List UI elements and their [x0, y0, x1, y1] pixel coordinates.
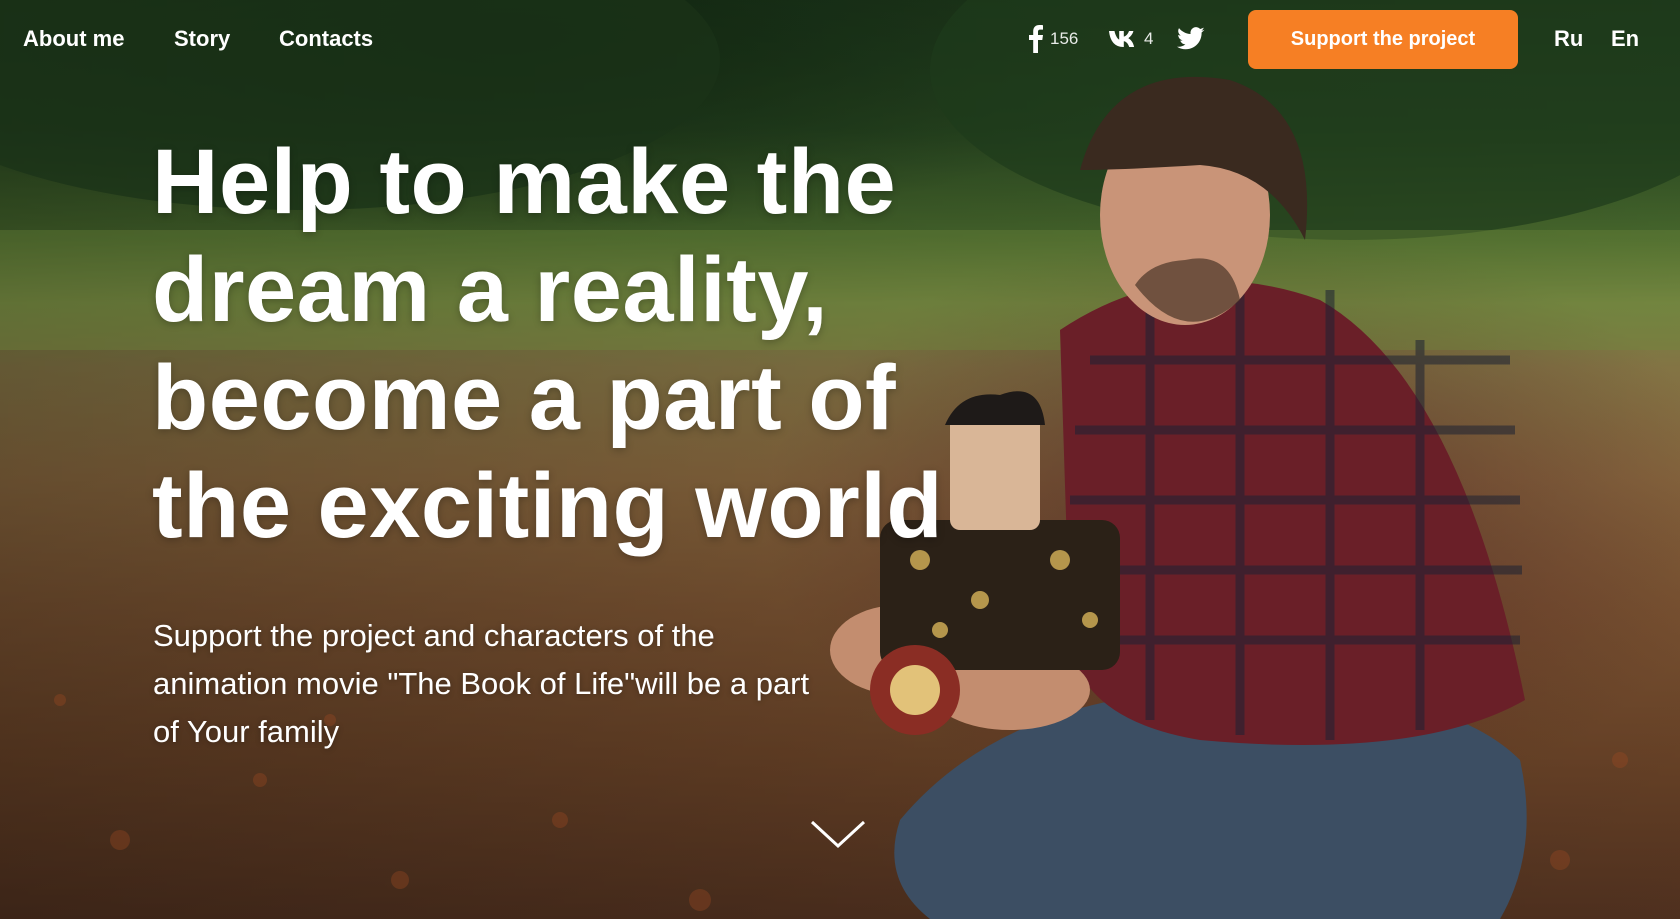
hero-headline: Help to make the dream a reality, become… [152, 131, 944, 557]
nav-link-contacts[interactable]: Contacts [279, 24, 373, 54]
facebook-icon [1029, 25, 1043, 53]
twitter-icon [1177, 27, 1205, 50]
hero-subtext: Support the project and characters of th… [153, 618, 810, 749]
chevron-down-icon[interactable] [808, 818, 868, 852]
lang-en[interactable]: En [1611, 24, 1639, 54]
facebook-share-count: 156 [1050, 29, 1079, 48]
nav-link-about-me[interactable]: About me [23, 24, 124, 54]
support-project-button[interactable]: Support the project [1248, 10, 1518, 69]
twitter-share[interactable] [1177, 22, 1205, 56]
vk-icon [1109, 31, 1135, 47]
top-navigation: About me Story Contacts 156 4 Support th… [0, 0, 1680, 80]
hero-section: About me Story Contacts 156 4 Support th… [0, 0, 1680, 919]
nav-link-story[interactable]: Story [174, 24, 230, 54]
vk-share[interactable]: 4 [1108, 22, 1153, 56]
facebook-share[interactable]: 156 [1026, 22, 1078, 56]
lang-ru[interactable]: Ru [1554, 24, 1583, 54]
vk-share-count: 4 [1144, 29, 1154, 48]
